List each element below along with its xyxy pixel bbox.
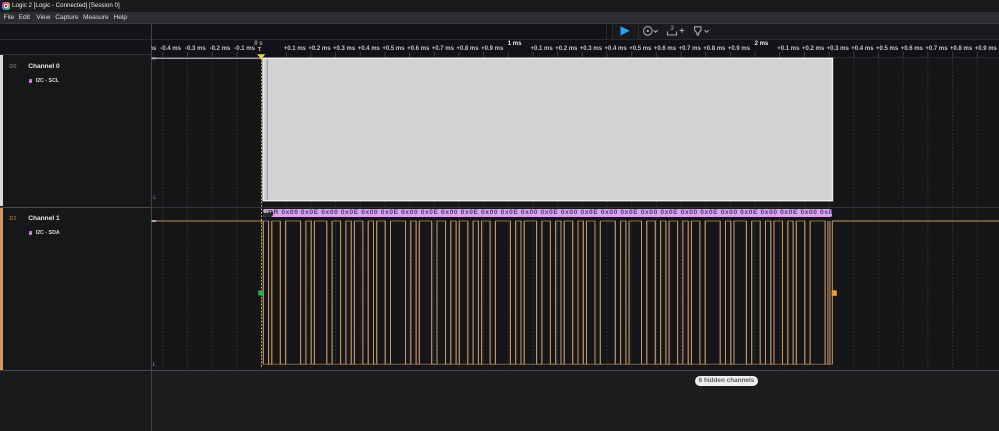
svg-text:3: 3 bbox=[670, 25, 674, 32]
